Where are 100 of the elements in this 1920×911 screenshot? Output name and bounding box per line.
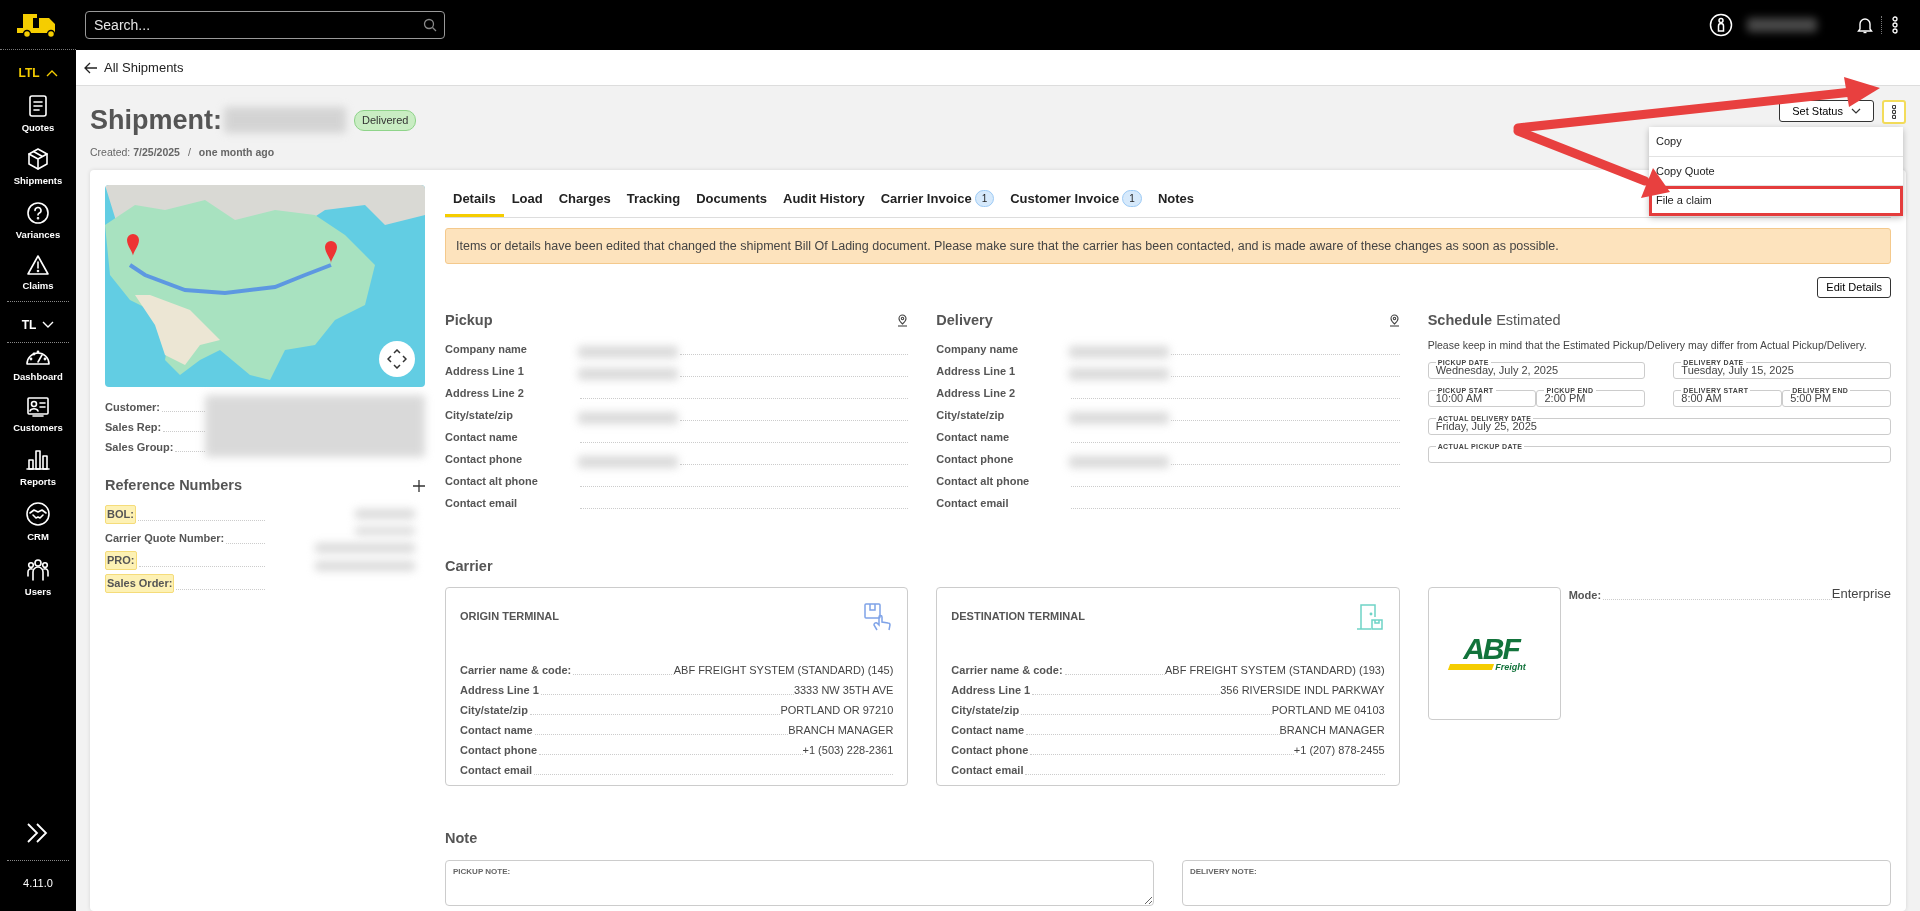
field-label: Contact alt phone xyxy=(936,474,1031,489)
edit-details-button[interactable]: Edit Details xyxy=(1817,277,1891,298)
field-label: Contact phone xyxy=(951,742,1029,758)
sidebar-item[interactable]: Users xyxy=(24,556,52,600)
sidebar-item[interactable]: Reports xyxy=(20,447,56,489)
count-badge: 1 xyxy=(974,190,995,208)
field-value: BRANCH MANAGER xyxy=(1279,722,1385,738)
field-label: Mode: xyxy=(1568,587,1602,603)
tab[interactable]: Load xyxy=(503,185,551,217)
menu-item[interactable]: Copy xyxy=(1649,127,1903,157)
field-label: Contact email xyxy=(951,762,1024,778)
sidebar-item[interactable]: Customers xyxy=(13,396,63,436)
field-value: PORTLAND ME 04103 xyxy=(1271,702,1385,718)
chevron-down-icon xyxy=(42,321,55,329)
tab[interactable]: Documents xyxy=(688,185,775,217)
menu-item[interactable]: File a claim xyxy=(1649,186,1903,216)
more-icon xyxy=(1892,105,1896,119)
tab[interactable]: Tracking xyxy=(618,185,689,217)
field-label: Contact phone xyxy=(460,742,537,758)
warning-icon xyxy=(26,253,50,276)
sidebar-item[interactable]: Variances xyxy=(15,200,61,242)
field-label: PICKUP NOTE: xyxy=(453,866,511,878)
section-toggle[interactable]: LTL xyxy=(18,64,58,82)
back-link[interactable]: All Shipments xyxy=(84,57,184,78)
menu-item[interactable]: Copy Quote xyxy=(1649,156,1903,186)
tab[interactable]: Notes xyxy=(1149,185,1202,217)
arrow-left-icon xyxy=(84,61,98,74)
user-avatar-icon[interactable] xyxy=(1709,13,1733,37)
field-value: ABF FREIGHT SYSTEM (STANDARD) (145) xyxy=(673,662,894,678)
field-label: Address Line 2 xyxy=(445,386,525,401)
search-field[interactable]: Search... xyxy=(85,11,445,39)
tab[interactable]: Customer Invoice 1 xyxy=(1002,185,1150,217)
field-label: Address Line 1 xyxy=(445,364,525,379)
field-label: Address Line 1 xyxy=(936,364,1017,379)
field-value: Enterprise xyxy=(1831,584,1891,603)
field-label: Contact email xyxy=(460,762,533,778)
field-label: City/state/zip xyxy=(445,408,514,423)
search-icon[interactable] xyxy=(423,18,437,32)
field-label: Carrier Quote Number: xyxy=(105,531,225,547)
field-label: Contact phone xyxy=(936,452,1015,467)
card-title: DESTINATION TERMINAL xyxy=(951,609,1085,625)
field-label: BOL: xyxy=(105,505,136,524)
map-pin-icon[interactable] xyxy=(1388,314,1400,328)
schedule-note: Please keep in mind that the Estimated Pickup/Delivery may differ from Actual Pickup/Delivery. xyxy=(1427,337,1868,353)
field-label: Carrier name & code: xyxy=(951,662,1063,678)
field-value: +1 (503) 228-2361 xyxy=(802,742,894,758)
sidebar-item[interactable]: Dashboard xyxy=(13,347,63,385)
field-label: Address Line 1 xyxy=(460,682,539,698)
field-label: Contact email xyxy=(445,496,519,511)
plus-icon[interactable] xyxy=(413,479,425,492)
document-icon xyxy=(27,94,49,118)
field-label: Company name xyxy=(936,342,1020,357)
bar-chart-icon xyxy=(26,447,50,472)
relative-time: one month ago xyxy=(198,144,275,160)
tab[interactable]: Audit History xyxy=(775,185,873,217)
field-label: Address Line 1 xyxy=(951,682,1031,698)
section-toggle[interactable]: TL xyxy=(21,316,55,334)
note-field[interactable] xyxy=(1182,860,1891,906)
field-label: Carrier name & code: xyxy=(460,662,572,678)
field-label: Contact name xyxy=(460,722,533,738)
field-value: 3333 NW 35TH AVE xyxy=(793,682,894,698)
field-value: +1 (207) 878-2455 xyxy=(1293,742,1385,758)
field-label: Contact name xyxy=(951,722,1025,738)
field-value: 356 RIVERSIDE INDL PARKWAY xyxy=(1220,682,1385,698)
tab[interactable]: Carrier Invoice 1 xyxy=(872,185,1003,217)
bell-icon[interactable] xyxy=(1857,16,1873,34)
section-title: Schedule Estimated xyxy=(1427,310,1562,330)
note-field[interactable] xyxy=(445,860,1154,906)
section-title: Note xyxy=(445,829,479,849)
field-value: ABF FREIGHT SYSTEM (STANDARD) (193) xyxy=(1165,662,1385,678)
sidebar-item[interactable]: Shipments xyxy=(13,147,63,189)
field-label: PRO: xyxy=(105,551,137,570)
id-card-icon xyxy=(26,396,50,419)
field-label: Contact name xyxy=(936,430,1011,445)
chevron-up-icon xyxy=(45,69,58,77)
tab[interactable]: Charges xyxy=(550,185,619,217)
field-label: Sales Rep: xyxy=(105,419,162,435)
blurred-value xyxy=(355,508,415,519)
field-label: City/state/zip xyxy=(951,702,1020,718)
sidebar-item[interactable]: Claims xyxy=(22,253,54,293)
people-icon xyxy=(25,556,51,582)
page-title: Shipment: xyxy=(90,104,222,137)
separator-text: / xyxy=(187,144,191,160)
tab[interactable]: Details xyxy=(445,185,504,217)
box-icon xyxy=(26,147,50,172)
field-label: City/state/zip xyxy=(936,408,1006,423)
status-badge: Delivered xyxy=(354,110,417,131)
section-title: Delivery xyxy=(936,310,993,330)
field-label: Contact phone xyxy=(445,452,523,467)
section-title: Pickup xyxy=(445,310,493,330)
map-pin-icon[interactable] xyxy=(897,314,909,328)
set-status-button[interactable]: Set Status xyxy=(1779,100,1874,122)
sidebar-item[interactable]: CRM xyxy=(25,500,51,544)
field-label: Company name xyxy=(445,342,528,357)
more-actions-button[interactable] xyxy=(1882,100,1906,124)
more-menu-icon[interactable] xyxy=(1891,15,1899,35)
sidebar-item[interactable]: Quotes xyxy=(21,94,55,136)
expand-icon xyxy=(387,349,407,369)
warning-alert: Items or details have been edited that changed the shipment Bill Of Lading document. Please make sure that the carrier has been contacted, and is made aware of these changes as soon as possible. xyxy=(445,227,1891,265)
section-title: Reference Numbers xyxy=(105,476,242,495)
